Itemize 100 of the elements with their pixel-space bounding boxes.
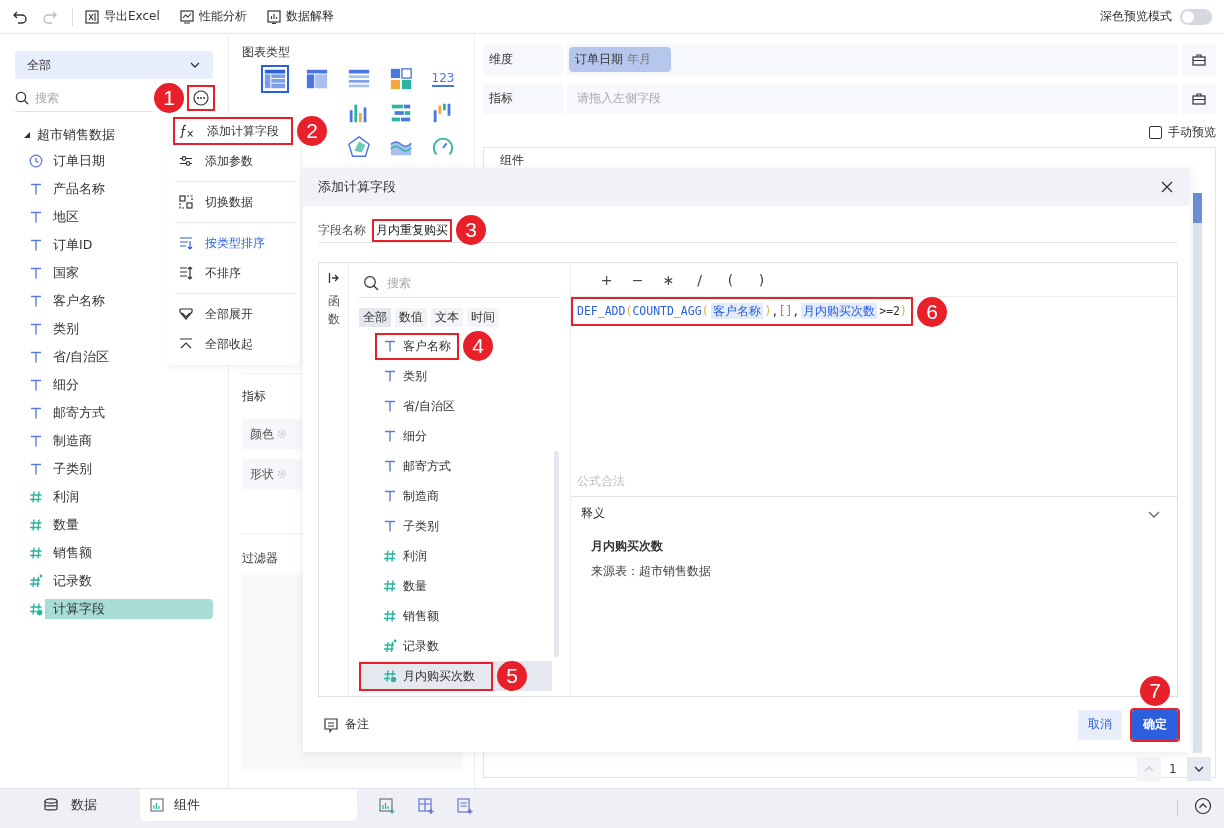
add-text-icon[interactable] (456, 797, 474, 815)
menu-item[interactable]: 按类型排序 (175, 231, 277, 255)
menu-item[interactable]: 全部收起 (175, 332, 265, 356)
text-type-icon (29, 322, 43, 336)
bottom-tab[interactable]: 数据 (0, 789, 140, 821)
scrollbar[interactable] (1193, 193, 1202, 753)
dark-mode-toggle[interactable] (1180, 8, 1212, 25)
text-type-icon (29, 406, 43, 420)
operator-button[interactable]: / (684, 271, 715, 288)
property-chip[interactable]: 形状 (242, 459, 302, 489)
field-name: 邮寄方式 (403, 457, 451, 475)
field-list-item[interactable]: 月内购买次数 5 (359, 661, 552, 691)
toolbar-button[interactable]: 性能分析 (179, 8, 247, 25)
toolbar-button[interactable]: 导出Excel (85, 8, 160, 25)
collapse-icon[interactable] (1194, 797, 1212, 815)
field-name: 省/自治区 (403, 397, 456, 415)
dataset-name[interactable]: 超市销售数据 (37, 126, 115, 144)
text-type-icon (383, 369, 397, 383)
field-item[interactable]: 制造商 (53, 431, 213, 451)
filter-tab[interactable]: 数值 (395, 308, 427, 327)
shelf-drop-area[interactable]: 订单日期 年月 (567, 44, 1178, 75)
field-list-item[interactable]: 客户名称 4 (359, 331, 552, 361)
callout-badge: 2 (297, 116, 327, 146)
sort-icon (179, 266, 193, 280)
function-tab[interactable]: 函数 (319, 263, 349, 696)
filter-tab[interactable]: 全部 (359, 308, 391, 327)
clock-icon (29, 154, 43, 168)
field-list-item[interactable]: 记录数 (359, 631, 552, 661)
checkbox-label: 手动预览 (1168, 124, 1216, 141)
field-item[interactable]: 邮寄方式 (53, 403, 213, 423)
menu-item[interactable]: 添加计算字段 (175, 119, 291, 143)
note-button[interactable]: 备注 (323, 716, 369, 733)
operator-button[interactable]: ∗ (653, 271, 684, 288)
scrollbar[interactable] (554, 451, 559, 657)
field-list-item[interactable]: 制造商 (359, 481, 552, 511)
calculated-field-icon (383, 669, 397, 683)
field-item[interactable]: 利润 (53, 487, 213, 507)
operator-button[interactable]: − (622, 271, 653, 288)
field-item[interactable]: 记录数 (53, 571, 213, 591)
formula-editor[interactable]: DEF_ADD(COUNTD_AGG( 客户名称 ),[], 月内购买次数 >=2) 6 (571, 297, 1177, 473)
confirm-button[interactable]: 确定 (1132, 709, 1178, 740)
property-chip[interactable]: 颜色 (242, 419, 302, 449)
explanation-source: 来源表：超市销售数据 (590, 563, 712, 580)
page-down-button[interactable] (1187, 757, 1211, 781)
text-type-icon (29, 238, 43, 252)
cancel-button[interactable]: 取消 (1078, 709, 1122, 740)
expand-caret-icon[interactable] (23, 131, 31, 139)
more-icon[interactable] (189, 87, 213, 109)
field-item[interactable]: 计算字段 (45, 599, 213, 619)
field-name: 类别 (403, 367, 427, 385)
field-item[interactable]: 子类别 (53, 459, 213, 479)
hash-icon (383, 609, 397, 623)
hash-icon (383, 549, 397, 563)
manual-preview-checkbox[interactable] (1149, 126, 1162, 139)
field-list-item[interactable]: 细分 (359, 421, 552, 451)
operator-button[interactable]: + (591, 271, 622, 288)
arrow-right-icon (327, 272, 340, 284)
operator-button[interactable]: ( (715, 271, 746, 288)
menu-item[interactable]: 全部展开 (175, 302, 265, 326)
filter-tab[interactable]: 文本 (431, 308, 463, 327)
add-table-icon[interactable] (417, 797, 435, 815)
explanation-field-name: 月内购买次数 (590, 538, 664, 555)
field-item[interactable]: 细分 (53, 375, 213, 395)
chart-type-option[interactable] (261, 65, 289, 93)
field-name: 客户名称 (403, 337, 451, 355)
toolbar-button[interactable]: 数据解释 (266, 8, 334, 25)
section-title: 过滤器 (242, 550, 278, 567)
text-type-icon (383, 489, 397, 503)
collapse-all-icon (179, 337, 193, 351)
search-field[interactable]: 搜索 (35, 90, 125, 105)
dimension-chip[interactable]: 订单日期 年月 (569, 47, 671, 72)
operator-button[interactable]: ) (746, 271, 777, 288)
menu-item[interactable]: 添加参数 (175, 149, 265, 173)
field-list-item[interactable]: 省/自治区 (359, 391, 552, 421)
field-name-input[interactable]: 月内重复购买 (374, 220, 450, 240)
bar-chart-icon (150, 798, 164, 812)
menu-item[interactable]: 切换数据 (175, 190, 265, 214)
toolbox-icon[interactable] (1182, 83, 1216, 114)
menu-item[interactable]: 不排序 (175, 261, 253, 285)
bottom-tab[interactable]: 组件 (140, 789, 357, 821)
toolbox-icon[interactable] (1182, 44, 1216, 75)
field-item[interactable]: 销售额 (53, 543, 213, 563)
text-type-icon (383, 339, 397, 353)
field-item[interactable]: 数量 (53, 515, 213, 535)
field-list-item[interactable]: 利润 (359, 541, 552, 571)
chart-type-option[interactable]: 123 (429, 65, 457, 93)
add-chart-icon[interactable] (378, 797, 396, 815)
field-list-item[interactable]: 类别 (359, 361, 552, 391)
field-list-item[interactable]: 子类别 (359, 511, 552, 541)
field-list-item[interactable]: 销售额 (359, 601, 552, 631)
field-list-item[interactable]: 邮寄方式 (359, 451, 552, 481)
filter-tab[interactable]: 时间 (467, 308, 499, 327)
field-search[interactable]: 搜索 (387, 276, 477, 290)
function-tab-label: 函数 (327, 293, 340, 328)
callout-badge: 4 (463, 331, 493, 361)
dataset-select[interactable]: 全部 (15, 51, 213, 79)
close-icon[interactable] (1160, 180, 1174, 194)
field-name-label: 字段名称 (318, 221, 366, 239)
hash-icon (383, 579, 397, 593)
field-list-item[interactable]: 数量 (359, 571, 552, 601)
